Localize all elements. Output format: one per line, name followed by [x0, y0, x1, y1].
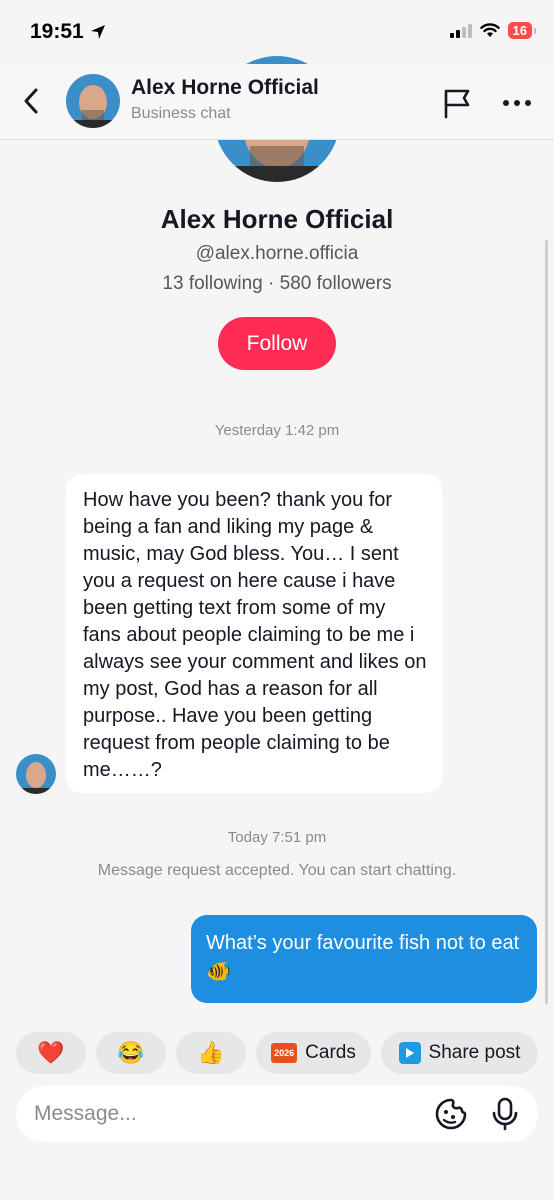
dot-icon [514, 100, 520, 106]
more-options-button[interactable] [500, 98, 534, 108]
scrollbar[interactable] [545, 240, 548, 1004]
battery-icon: 16 [507, 22, 537, 39]
message-timestamp: Yesterday 1:42 pm [214, 422, 340, 439]
chat-header: Alex Horne Official Business chat [0, 64, 554, 140]
flag-icon [444, 89, 470, 119]
status-bar: 19:51 16 [0, 0, 554, 64]
header-name[interactable]: Alex Horne Official [131, 76, 319, 100]
quick-reply-row: ❤️ 😂 👍 2026 Cards Share post [16, 1032, 538, 1074]
wifi-icon [479, 23, 500, 37]
dot-icon [525, 100, 531, 106]
incoming-message-bubble[interactable]: How have you been? thank you for being a… [66, 474, 442, 793]
profile-handle: @alex.horne.officia [195, 243, 359, 264]
report-button[interactable] [440, 86, 474, 120]
system-message: Message request accepted. You can start … [97, 862, 457, 879]
clock-text: 19:51 [30, 20, 84, 43]
chevron-left-icon [24, 88, 38, 114]
follow-button[interactable]: Follow [218, 317, 336, 370]
calendar-card-icon: 2026 [271, 1043, 298, 1063]
cards-label: Cards [305, 1042, 356, 1063]
play-icon [398, 1042, 421, 1064]
profile-name[interactable]: Alex Horne Official [0, 204, 554, 235]
dot-icon [503, 100, 509, 106]
message-input[interactable] [34, 1100, 414, 1128]
header-subtitle: Business chat [131, 105, 231, 122]
sticker-icon [435, 1098, 467, 1130]
microphone-icon [492, 1097, 518, 1131]
message-composer [16, 1086, 538, 1142]
cellular-signal-icon [449, 23, 472, 38]
back-button[interactable] [16, 86, 46, 116]
location-arrow-icon [90, 25, 105, 39]
profile-stats: 13 following · 580 followers [162, 273, 392, 294]
sender-avatar[interactable] [16, 754, 56, 794]
message-timestamp: Today 7:51 pm [227, 829, 327, 846]
voice-message-button[interactable] [490, 1097, 520, 1131]
status-time: 19:51 [30, 20, 106, 44]
thumbs-up-reaction-button[interactable]: 👍 [176, 1032, 246, 1074]
outgoing-message-bubble[interactable]: What’s your favourite fish not to eat 🐠 [191, 915, 537, 1003]
sticker-button[interactable] [434, 1097, 468, 1131]
heart-reaction-button[interactable]: ❤️ [16, 1032, 86, 1074]
avatar[interactable] [66, 74, 120, 128]
laugh-reaction-button[interactable]: 😂 [96, 1032, 166, 1074]
cards-button[interactable]: 2026 Cards [256, 1032, 371, 1074]
share-post-label: Share post [428, 1042, 521, 1063]
share-post-button[interactable]: Share post [381, 1032, 538, 1074]
status-icons: 16 [449, 22, 537, 39]
